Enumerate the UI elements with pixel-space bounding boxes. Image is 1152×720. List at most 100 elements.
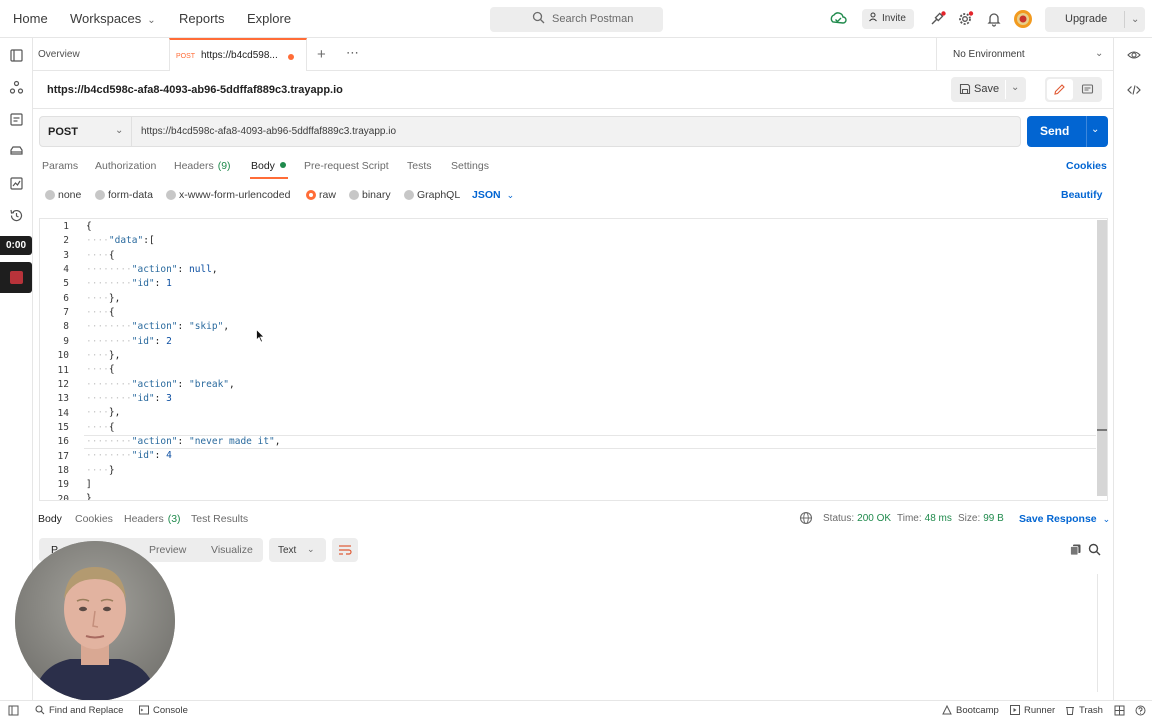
tab-settings[interactable]: Settings (451, 160, 489, 172)
search-icon (532, 7, 545, 32)
chevron-down-icon[interactable]: ⌄ (1131, 7, 1139, 32)
send-button[interactable]: Send ⌄ (1027, 116, 1108, 147)
line-number: 8 (63, 321, 69, 333)
response-scrollbar[interactable] (1097, 574, 1098, 692)
radio-binary-label: binary (362, 189, 391, 201)
chevron-down-icon[interactable]: ⌄ (1011, 82, 1019, 93)
divider (1005, 80, 1006, 99)
user-avatar[interactable] (1013, 9, 1032, 28)
wrap-lines-button[interactable] (332, 538, 358, 562)
more-tabs-icon[interactable]: ⋯ (346, 45, 359, 61)
radio-none-label: none (58, 189, 82, 201)
invite-button[interactable]: Invite (862, 9, 914, 29)
tab-headers[interactable]: Headers (9) (174, 160, 231, 172)
response-tab-body[interactable]: Body (38, 513, 62, 525)
search-input[interactable]: Search Postman (490, 7, 663, 32)
help-icon[interactable] (1135, 705, 1146, 719)
nav-workspaces[interactable]: Workspaces ⌄ (70, 0, 156, 38)
nav-home[interactable]: Home (13, 0, 48, 38)
response-time[interactable]: Time: 48 ms (897, 513, 952, 524)
nav-explore[interactable]: Explore (247, 0, 291, 38)
copy-icon[interactable] (1069, 543, 1082, 559)
upgrade-button[interactable]: Upgrade ⌄ (1045, 7, 1145, 32)
save-response-label: Save Response (1019, 513, 1097, 525)
response-tabs: Body Cookies Headers (3) Test Results Sta… (33, 506, 1113, 532)
tab-active-request[interactable]: POST https://b4cd598... (169, 38, 307, 71)
webcam-overlay (15, 541, 175, 701)
chevron-down-icon: ⌄ (1095, 48, 1104, 59)
settings-gear-icon[interactable] (957, 10, 975, 28)
runner-button[interactable]: Runner (1010, 705, 1055, 718)
comment-icon[interactable] (1081, 83, 1094, 99)
find-and-replace-button[interactable]: Find and Replace (35, 705, 123, 718)
trash-button[interactable]: Trash (1065, 705, 1103, 718)
request-name[interactable]: https://b4cd598c-afa8-4093-ab96-5ddffaf8… (47, 84, 343, 96)
tab-authorization[interactable]: Authorization (95, 160, 156, 172)
status-bar: Find and Replace Console Bootcamp Runner… (0, 700, 1152, 720)
response-size[interactable]: Size: 99 B (958, 513, 1004, 524)
globe-icon[interactable] (799, 511, 813, 525)
radio-binary[interactable]: binary (349, 189, 391, 201)
code-line-9: ········"id": 2 (86, 336, 172, 347)
stop-recording-button[interactable] (0, 262, 32, 293)
unsaved-indicator (288, 54, 294, 60)
invite-label: Invite (882, 13, 906, 24)
chevron-down-icon[interactable]: ⌄ (1091, 124, 1099, 135)
notification-bell-icon[interactable] (985, 10, 1003, 28)
presenter-video (15, 541, 175, 701)
radio-form-data[interactable]: form-data (95, 189, 153, 201)
apis-icon[interactable] (9, 80, 24, 95)
search-icon[interactable] (1088, 543, 1101, 559)
tab-overview[interactable]: Overview (38, 38, 80, 71)
url-input[interactable]: https://b4cd598c-afa8-4093-ab96-5ddffaf8… (141, 126, 396, 137)
new-tab-icon[interactable]: + (317, 46, 326, 63)
history-icon[interactable] (9, 208, 24, 223)
beautify-link[interactable]: Beautify (1061, 189, 1102, 201)
sync-status-icon[interactable] (829, 10, 847, 28)
view-visualize[interactable]: Visualize (211, 544, 253, 556)
response-headers-count: (3) (167, 513, 181, 525)
nav-reports[interactable]: Reports (179, 0, 225, 38)
tab-bar: Overview POST https://b4cd598... + ⋯ No … (33, 38, 1113, 71)
view-preview[interactable]: Preview (149, 544, 186, 556)
save-button[interactable]: Save ⌄ (951, 77, 1026, 102)
radio-urlencoded[interactable]: x-www-form-urlencoded (166, 189, 290, 201)
layout-toggle-icon[interactable] (1114, 705, 1125, 719)
response-tab-test-results[interactable]: Test Results (191, 513, 248, 525)
mock-servers-icon[interactable] (9, 144, 24, 159)
radio-none[interactable]: none (45, 189, 81, 201)
monitors-icon[interactable] (9, 176, 24, 191)
upgrade-label: Upgrade (1065, 13, 1108, 25)
method-selector[interactable]: POST ⌄ (40, 117, 132, 146)
bootcamp-button[interactable]: Bootcamp (942, 704, 999, 718)
response-tab-cookies[interactable]: Cookies (75, 513, 113, 525)
radio-graphql[interactable]: GraphQL (404, 189, 460, 201)
environment-quick-look-icon[interactable] (1127, 48, 1141, 62)
response-status[interactable]: Status: 200 OK (823, 513, 891, 524)
cookies-link[interactable]: Cookies (1066, 160, 1107, 172)
tab-pre-request-script[interactable]: Pre-request Script (304, 160, 389, 172)
radio-raw[interactable]: raw (306, 189, 336, 201)
environment-selector[interactable]: No Environment ⌄ (936, 38, 1113, 71)
tab-params[interactable]: Params (42, 160, 78, 172)
chevron-down-icon: ⌄ (147, 15, 156, 26)
code-editor[interactable]: 1 2 3 4 5 6 7 8 9 10 11 12 13 14 15 16 17 18 19 20 { ····"d… (39, 218, 1108, 501)
save-response-button[interactable]: Save Response ⌄ (1019, 513, 1110, 525)
format-selector[interactable]: JSON ⌄ (472, 189, 514, 201)
tab-tests[interactable]: Tests (407, 160, 432, 172)
environment-label: No Environment (953, 49, 1025, 60)
environments-icon[interactable] (9, 112, 24, 127)
tab-body[interactable]: Body (251, 160, 286, 172)
response-tab-headers[interactable]: Headers (3) (124, 513, 181, 525)
tab-body-label: Body (251, 160, 275, 172)
response-format-selector[interactable]: Text ⌄ (269, 538, 326, 562)
code-icon[interactable] (1127, 83, 1141, 97)
line-number: 12 (57, 378, 69, 390)
collections-icon[interactable] (9, 48, 24, 63)
editor-scrollbar[interactable] (1097, 220, 1107, 496)
toggle-sidebar-icon[interactable] (8, 705, 19, 719)
format-label: JSON (472, 189, 501, 201)
wrap-lines-icon (338, 544, 352, 559)
console-button[interactable]: Console (139, 705, 188, 718)
satellite-icon[interactable] (929, 10, 947, 28)
